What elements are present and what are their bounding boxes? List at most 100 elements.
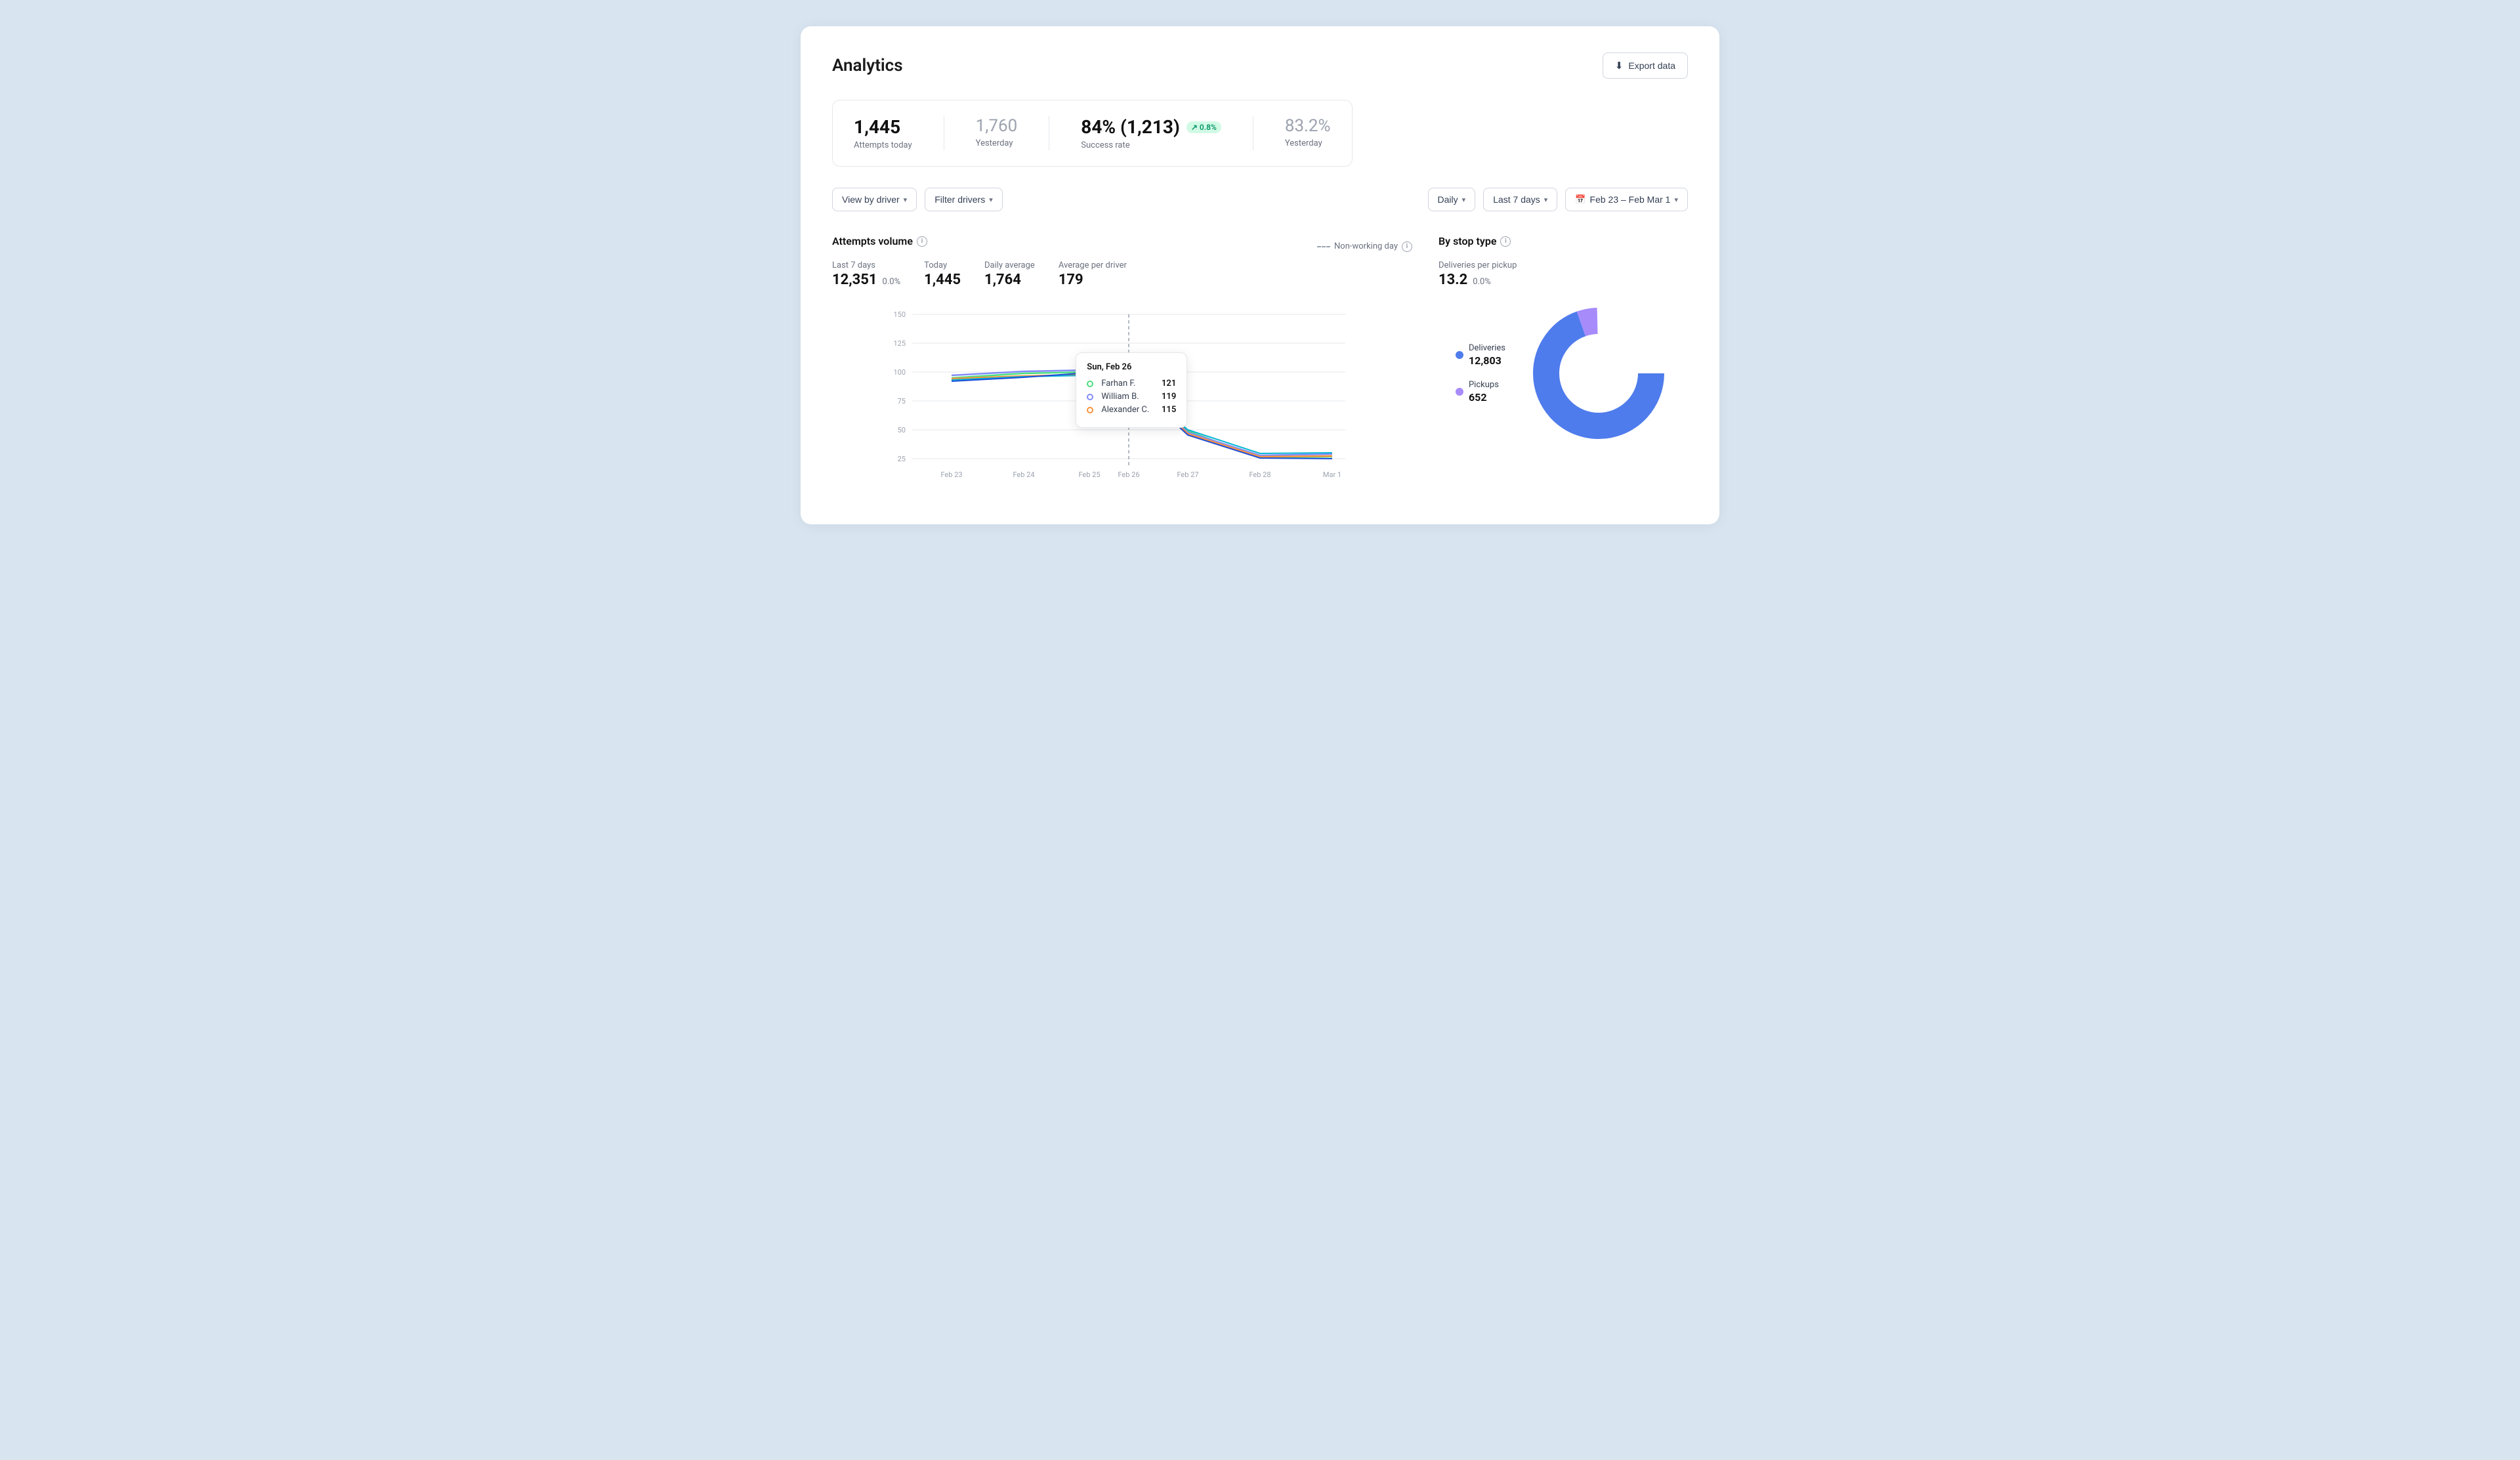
pickups-legend-item: Pickups 652 bbox=[1456, 380, 1505, 404]
main-card: Analytics ⬇ Export data 1,445 Attempts t… bbox=[801, 26, 1719, 524]
deliveries-per-pickup-value: 13.2 bbox=[1438, 272, 1467, 288]
svg-text:Feb 24: Feb 24 bbox=[1013, 470, 1034, 479]
success-rate-value: 84% (1,213) bbox=[1081, 116, 1180, 138]
by-stop-type-title: By stop type i bbox=[1438, 235, 1511, 247]
avg-per-driver-metric: Average per driver 179 bbox=[1059, 261, 1127, 288]
attempts-today-stat: 1,445 Attempts today bbox=[854, 116, 912, 150]
svg-text:100: 100 bbox=[893, 368, 906, 377]
yesterday-pct-value: 83.2% bbox=[1285, 116, 1331, 136]
stats-card: 1,445 Attempts today 1,760 Yesterday 84%… bbox=[832, 100, 1353, 167]
success-rate-label: Success rate bbox=[1081, 140, 1221, 150]
date-range-button[interactable]: 📅 Feb 23 – Feb Mar 1 ▾ bbox=[1565, 188, 1688, 211]
attempts-metrics-row: Last 7 days 12,351 0.0% Today 1,445 Dail… bbox=[832, 261, 1412, 288]
last-7-days-value-row: 12,351 0.0% bbox=[832, 272, 900, 288]
svg-text:Feb 28: Feb 28 bbox=[1249, 470, 1270, 479]
daily-average-value: 1,764 bbox=[984, 272, 1035, 288]
deliveries-legend-label: Deliveries bbox=[1469, 343, 1505, 353]
attempts-today-value: 1,445 bbox=[854, 116, 912, 138]
svg-text:75: 75 bbox=[898, 397, 906, 406]
chevron-down-icon-3: ▾ bbox=[1462, 196, 1466, 204]
chevron-down-icon-4: ▾ bbox=[1544, 196, 1548, 204]
yesterday-label: Yesterday bbox=[976, 138, 1018, 148]
content-area: Attempts volume i Non-working day i Last… bbox=[832, 235, 1688, 485]
svg-text:125: 125 bbox=[893, 339, 906, 348]
daily-label: Daily bbox=[1438, 194, 1458, 205]
avg-per-driver-label: Average per driver bbox=[1059, 261, 1127, 270]
yesterday-value: 1,760 bbox=[976, 116, 1018, 136]
export-label: Export data bbox=[1628, 60, 1675, 71]
today-metric-value: 1,445 bbox=[924, 272, 961, 288]
donut-inner-circle bbox=[1561, 335, 1637, 411]
svg-text:Feb 26: Feb 26 bbox=[1118, 470, 1139, 479]
deliveries-legend-value: 12,803 bbox=[1469, 354, 1505, 367]
chevron-down-icon-5: ▾ bbox=[1674, 196, 1678, 204]
calendar-icon: 📅 bbox=[1575, 194, 1586, 205]
yesterday-stat: 1,760 Yesterday bbox=[976, 116, 1018, 150]
today-metric-label: Today bbox=[924, 261, 961, 270]
daily-average-metric: Daily average 1,764 bbox=[984, 261, 1035, 288]
attempts-volume-title: Attempts volume i bbox=[832, 235, 927, 247]
yesterday-pct-label: Yesterday bbox=[1285, 138, 1331, 148]
filter-row: View by driver ▾ Filter drivers ▾ Daily … bbox=[832, 188, 1688, 211]
by-stop-type-panel: By stop type i Deliveries per pickup 13.… bbox=[1438, 235, 1688, 485]
non-working-day-label: Non-working day i bbox=[1317, 241, 1412, 252]
last-7-days-metric-label: Last 7 days bbox=[832, 261, 900, 270]
page-title: Analytics bbox=[832, 56, 903, 75]
daily-button[interactable]: Daily ▾ bbox=[1428, 188, 1476, 211]
chart-svg: 150 125 100 75 50 25 bbox=[832, 301, 1412, 485]
attempts-today-label: Attempts today bbox=[854, 140, 912, 150]
pickups-legend-dot bbox=[1456, 388, 1463, 396]
chevron-down-icon-2: ▾ bbox=[989, 196, 993, 204]
svg-text:25: 25 bbox=[898, 455, 906, 463]
donut-legend: Deliveries 12,803 Pickups 652 bbox=[1456, 343, 1505, 404]
success-rate-row: 84% (1,213) ↗ 0.8% bbox=[1081, 116, 1221, 138]
deliveries-per-pickup-pct: 0.0% bbox=[1473, 277, 1491, 287]
pickups-legend-value: 652 bbox=[1469, 391, 1499, 404]
svg-text:150: 150 bbox=[893, 310, 906, 319]
deliveries-per-pickup-value-row: 13.2 0.0% bbox=[1438, 272, 1517, 288]
svg-text:Feb 23: Feb 23 bbox=[940, 470, 962, 479]
dashed-line-icon bbox=[1317, 246, 1330, 247]
pickups-legend-label: Pickups bbox=[1469, 380, 1499, 390]
last-7-days-pct: 0.0% bbox=[883, 277, 901, 287]
download-icon: ⬇ bbox=[1615, 60, 1624, 72]
stop-type-section-header: By stop type i bbox=[1438, 235, 1688, 258]
view-by-driver-button[interactable]: View by driver ▾ bbox=[832, 188, 917, 211]
deliveries-per-pickup-metric: Deliveries per pickup 13.2 0.0% bbox=[1438, 261, 1517, 288]
attempts-chart: 150 125 100 75 50 25 bbox=[832, 301, 1412, 485]
deliveries-legend-dot bbox=[1456, 351, 1463, 359]
filter-drivers-label: Filter drivers bbox=[934, 194, 985, 205]
view-by-driver-label: View by driver bbox=[842, 194, 900, 205]
pickups-legend-group: Pickups 652 bbox=[1469, 380, 1499, 404]
svg-text:Feb 27: Feb 27 bbox=[1177, 470, 1198, 479]
donut-svg bbox=[1526, 301, 1671, 446]
deliveries-legend-item: Deliveries 12,803 bbox=[1456, 343, 1505, 367]
date-range-label: Feb 23 – Feb Mar 1 bbox=[1590, 194, 1671, 205]
svg-text:Mar 1: Mar 1 bbox=[1323, 470, 1341, 479]
chevron-down-icon-1: ▾ bbox=[904, 196, 908, 204]
last-7-days-metric: Last 7 days 12,351 0.0% bbox=[832, 261, 900, 288]
stop-type-metrics-row: Deliveries per pickup 13.2 0.0% bbox=[1438, 261, 1688, 288]
donut-chart-container: Deliveries 12,803 Pickups 652 bbox=[1438, 301, 1688, 446]
export-button[interactable]: ⬇ Export data bbox=[1603, 52, 1688, 79]
last-7-days-label: Last 7 days bbox=[1493, 194, 1540, 205]
attempts-volume-panel: Attempts volume i Non-working day i Last… bbox=[832, 235, 1412, 485]
header-row: Analytics ⬇ Export data bbox=[832, 52, 1688, 79]
success-rate-badge: ↗ 0.8% bbox=[1186, 121, 1221, 133]
success-rate-stat: 84% (1,213) ↗ 0.8% Success rate bbox=[1081, 116, 1221, 150]
filter-drivers-button[interactable]: Filter drivers ▾ bbox=[925, 188, 1003, 211]
stop-type-info-icon: i bbox=[1500, 236, 1511, 247]
attempts-info-icon: i bbox=[917, 236, 927, 247]
deliveries-per-pickup-label: Deliveries per pickup bbox=[1438, 261, 1517, 270]
daily-average-label: Daily average bbox=[984, 261, 1035, 270]
last-7-days-metric-value: 12,351 bbox=[832, 272, 877, 288]
today-metric: Today 1,445 bbox=[924, 261, 961, 288]
yesterday-pct-stat: 83.2% Yesterday bbox=[1285, 116, 1331, 150]
avg-per-driver-value: 179 bbox=[1059, 272, 1127, 288]
deliveries-legend-group: Deliveries 12,803 bbox=[1469, 343, 1505, 367]
attempts-section-header: Attempts volume i Non-working day i bbox=[832, 235, 1412, 258]
svg-text:50: 50 bbox=[898, 426, 906, 434]
non-working-info-icon: i bbox=[1402, 241, 1412, 252]
last-7-days-button[interactable]: Last 7 days ▾ bbox=[1483, 188, 1557, 211]
svg-text:Feb 25: Feb 25 bbox=[1078, 470, 1100, 479]
